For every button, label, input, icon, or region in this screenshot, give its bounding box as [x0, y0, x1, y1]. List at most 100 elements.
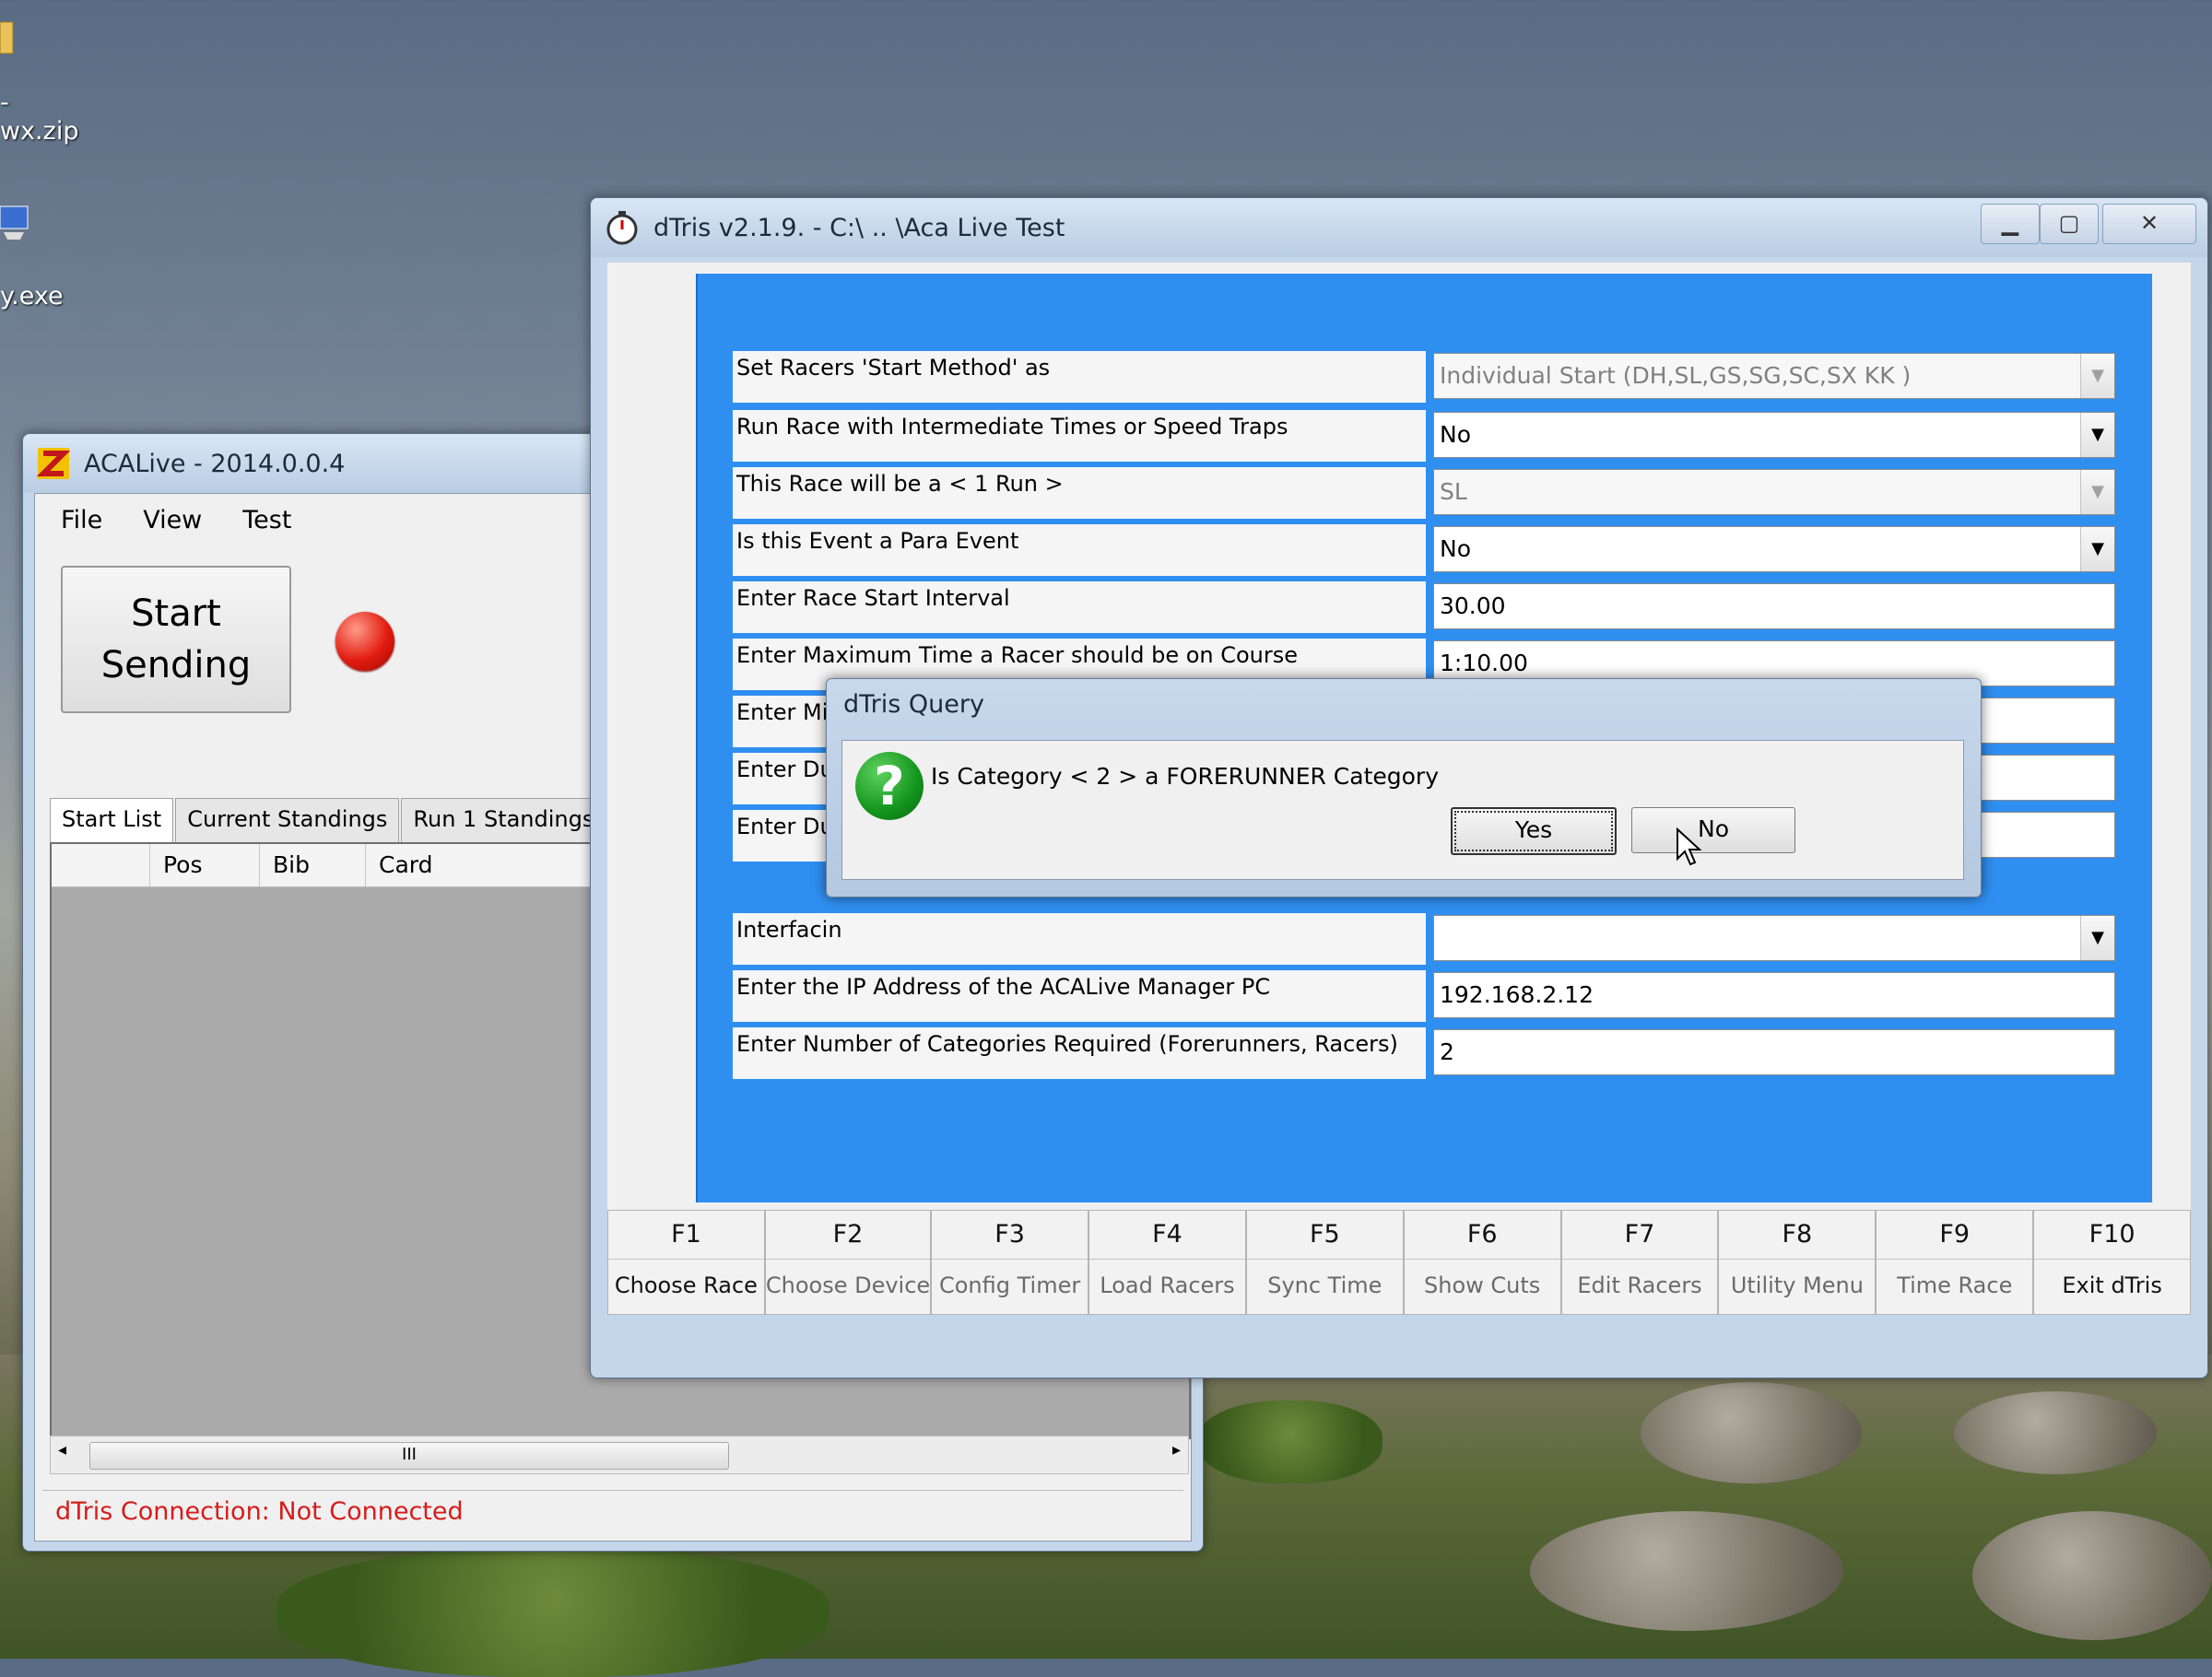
form-row-input[interactable]: 30.00: [1433, 583, 2115, 629]
form-row-label: Set Racers 'Start Method' as: [733, 351, 1426, 403]
fkey-key: F4: [1152, 1220, 1182, 1249]
form-row-label: Run Race with Intermediate Times or Spee…: [733, 410, 1426, 462]
fkey-label: Sync Time: [1246, 1259, 1403, 1313]
form-row: Is this Event a Para Event No ▼: [733, 524, 2115, 576]
form-row-value: No: [1440, 535, 1471, 562]
chevron-down-icon[interactable]: ▼: [2080, 413, 2114, 457]
dialog-body: ? Is Category < 2 > a FORERUNNER Categor…: [841, 740, 1964, 880]
rock: [1954, 1391, 2157, 1474]
fkey-key: F6: [1466, 1220, 1498, 1249]
fkey-button-f6[interactable]: F6 Show Cuts: [1403, 1210, 1561, 1315]
form-row-label: This Race will be a < 1 Run >: [733, 467, 1426, 519]
menu-view[interactable]: View: [143, 506, 202, 534]
chevron-down-icon: ▼: [2080, 354, 2114, 398]
scroll-right-arrow[interactable]: ▸: [1172, 1440, 1181, 1460]
desktop-icon-exe[interactable]: y.exe: [0, 205, 64, 311]
question-icon: ?: [855, 752, 924, 820]
scroll-left-arrow[interactable]: ◂: [58, 1440, 66, 1460]
form-row-dropdown[interactable]: No ▼: [1433, 526, 2115, 572]
fkey-label: Load Racers: [1089, 1259, 1245, 1313]
acalive-app-icon: [36, 448, 71, 479]
connection-status-led: [335, 612, 394, 671]
tab-start-list[interactable]: Start List: [50, 798, 174, 843]
fkey-label: Utility Menu: [1719, 1259, 1876, 1313]
form-row-label: Enter Number of Categories Required (For…: [733, 1027, 1426, 1079]
form-row-label: Is this Event a Para Event: [733, 524, 1426, 576]
zip-folder-icon: [0, 21, 14, 54]
acalive-tabs: Start List Current Standings Run 1 Stand…: [50, 798, 649, 843]
close-button[interactable]: ✕: [2102, 204, 2196, 244]
fkey-label: Exit dTris: [2034, 1259, 2191, 1313]
form-row-value: 2: [1440, 1038, 1454, 1065]
shrub: [276, 1548, 830, 1677]
fkey-label: Show Cuts: [1404, 1259, 1560, 1313]
column-pos[interactable]: Pos: [150, 844, 260, 886]
fkey-key: F5: [1309, 1220, 1340, 1249]
query-dialog: dTris Query ? Is Category < 2 > a FORERU…: [826, 678, 1982, 897]
no-button[interactable]: No: [1631, 807, 1795, 853]
rock: [1530, 1511, 1843, 1631]
form-row-value: No: [1440, 421, 1471, 448]
desktop-icon-label: -wx.zip: [0, 88, 79, 146]
rock: [1641, 1382, 1862, 1484]
fkey-label: Choose Device: [765, 1259, 931, 1313]
menu-test[interactable]: Test: [242, 506, 291, 534]
menu-file[interactable]: File: [61, 506, 102, 534]
acalive-title: ACALive - 2014.0.0.4: [84, 449, 346, 478]
form-row-dropdown[interactable]: No ▼: [1433, 412, 2115, 458]
form-row-dropdown[interactable]: ▼: [1433, 915, 2115, 961]
minimize-button[interactable]: ▁: [1981, 204, 2040, 244]
scroll-thumb[interactable]: III: [89, 1442, 729, 1470]
desktop-icon-zip[interactable]: -wx.zip: [0, 18, 78, 146]
start-sending-button[interactable]: Start Sending: [61, 566, 291, 713]
tab-run1-standings[interactable]: Run 1 Standings: [401, 798, 606, 842]
form-row: Interfacin ▼: [733, 913, 2115, 965]
form-row: Set Racers 'Start Method' as Individual S…: [733, 351, 2115, 403]
chevron-down-icon: ▼: [2080, 470, 2114, 514]
fkey-button-f7[interactable]: F7 Edit Racers: [1560, 1210, 1719, 1315]
form-row-value: Individual Start (DH,SL,GS,SG,SC,SX KK ): [1440, 362, 1912, 389]
column-card[interactable]: Card: [366, 844, 610, 886]
fkey-label: Edit Racers: [1561, 1259, 1718, 1313]
form-row-dropdown: SL ▼: [1433, 469, 2115, 515]
fkey-button-f3[interactable]: F3 Config Timer: [931, 1210, 1089, 1315]
form-row-label: Interfacin: [733, 913, 1426, 965]
fkey-key: F10: [2088, 1220, 2136, 1249]
chevron-down-icon[interactable]: ▼: [2080, 527, 2114, 571]
fkey-key: F7: [1624, 1220, 1655, 1249]
fkey-label: Time Race: [1877, 1259, 2033, 1313]
fkey-key: F9: [1939, 1220, 1971, 1249]
rock: [1972, 1511, 2212, 1640]
desktop-icon-label: y.exe: [0, 282, 64, 311]
fkey-button-f4[interactable]: F4 Load Racers: [1088, 1210, 1246, 1315]
exe-app-icon: [0, 205, 29, 240]
fkey-button-f2[interactable]: F2 Choose Device: [764, 1210, 932, 1315]
function-key-bar: F1 Choose Race F2 Choose Device F3 Config Tim…: [607, 1210, 2192, 1315]
status-bar: dTris Connection: Not Connected: [42, 1490, 1183, 1533]
fkey-button-f9[interactable]: F9 Time Race: [1876, 1210, 2034, 1315]
form-row: Enter Race Start Interval 30.00: [733, 581, 2115, 633]
stopwatch-icon: [606, 211, 638, 245]
column-bib[interactable]: Bib: [260, 844, 366, 886]
mouse-cursor-icon: [1677, 827, 1701, 866]
fkey-key: F1: [671, 1220, 701, 1249]
fkey-button-f10[interactable]: F10 Exit dTris: [2033, 1210, 2192, 1315]
fkey-button-f1[interactable]: F1 Choose Race: [607, 1210, 765, 1315]
start-sending-line1: Start: [131, 592, 221, 635]
fkey-button-f5[interactable]: F5 Sync Time: [1245, 1210, 1404, 1315]
form-row-value: 192.168.2.12: [1440, 981, 1594, 1008]
form-row-input[interactable]: 192.168.2.12: [1433, 972, 2115, 1018]
form-row-value: SL: [1440, 478, 1467, 505]
grid-row-header: [52, 844, 150, 886]
fkey-button-f8[interactable]: F8 Utility Menu: [1718, 1210, 1877, 1315]
form-row-input[interactable]: 2: [1433, 1029, 2115, 1075]
yes-button[interactable]: Yes: [1451, 807, 1617, 855]
dtris-title: dTris v2.1.9. - C:\ .. \Aca Live Test: [653, 213, 1065, 242]
form-row-value: 1:10.00: [1440, 650, 1528, 676]
tab-current-standings[interactable]: Current Standings: [175, 798, 400, 842]
fkey-label: Choose Race: [608, 1259, 764, 1313]
chevron-down-icon[interactable]: ▼: [2080, 916, 2114, 960]
dtris-titlebar[interactable]: dTris v2.1.9. - C:\ .. \Aca Live Test: [591, 198, 2207, 257]
maximize-button[interactable]: ▢: [2040, 204, 2099, 244]
horizontal-scrollbar[interactable]: ◂ III ▸: [50, 1436, 1189, 1474]
